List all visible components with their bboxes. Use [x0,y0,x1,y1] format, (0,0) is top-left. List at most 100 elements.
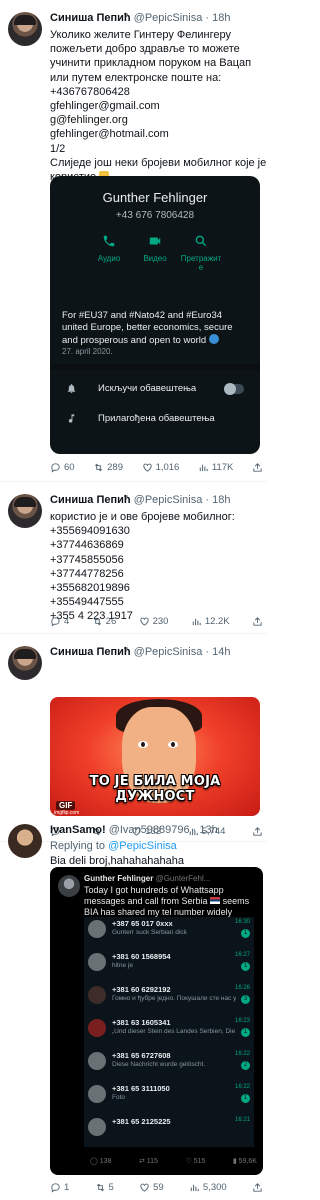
author-avatar[interactable] [8,12,42,46]
phone-icon [102,234,116,248]
share-button[interactable] [252,616,263,627]
chat-number: +381 60 6292192 [112,985,171,994]
tweet-actions: 1 5 59 5,300 [50,1180,263,1194]
contact-number: +43 676 7806428 [115,210,195,221]
reply-count: 4 [64,615,70,627]
chat-number: +381 65 6727608 [112,1051,171,1060]
audio-call-button: Аудио [84,232,134,263]
tweet-2[interactable]: Синиша Пепић @PepicSinisa · 18h користио… [0,482,267,634]
chat-preview: Gunterr suck Serbian dick [112,929,187,936]
author-name[interactable]: Синиша Пепић [50,646,131,658]
contact-avatar [88,1019,106,1037]
retweet-count: 5 [108,1181,114,1193]
views-bar-chart-icon [198,462,209,473]
meme-gif[interactable]: ТО ЈЕ БИЛА МОЈА ДУЖНОСТ GIF imgflip.com [50,697,260,816]
views-button[interactable]: 5,300 [189,1182,227,1193]
embedded-handle: @GunterFehl... [155,874,211,883]
chat-time: 16:30 [234,919,250,925]
embedded-likes: ♡ 515 [185,1158,206,1165]
like-button[interactable]: 230 [139,615,169,627]
embedded-replies: ◯ 138 [90,1158,112,1165]
author-handle-time[interactable]: @PepicSinisa · 18h [134,12,231,24]
bio-date: 27. april 2020. [62,347,113,356]
author-avatar[interactable] [8,646,42,680]
author-name[interactable]: IvanSamo! [50,824,106,836]
tweet-line: gfehlinger@gmail.com [50,100,160,113]
embedded-retweets: ⇄ 115 [138,1158,158,1165]
retweet-button[interactable]: 5 [95,1182,114,1193]
chat-row: +381 65 3111050 Foto 16:22 1 [84,1082,254,1108]
embedded-views: ▮ 59,6K [232,1158,257,1165]
unread-badge: 1 [241,1028,250,1037]
bell-icon [66,383,77,394]
contact-avatar [88,1118,106,1136]
author-handle-time[interactable]: @Ivan59889796 · 13h [109,824,218,836]
mute-label: Искључи обавештења [98,383,197,394]
tweet-line: Уколико желите Гинтеру Фелингеру [50,29,232,41]
tweet-header: IvanSamo! @Ivan59889796 · 13h [50,824,261,836]
chat-time: 16:26 [234,985,250,991]
replying-handle-link[interactable]: @PepicSinisa [108,840,177,852]
globe-icon [208,334,219,344]
chat-row: +381 60 1568954 hitne je 16:27 1 [84,950,254,976]
tweet-4[interactable]: IvanSamo! @Ivan59889796 · 13h Replying t… [0,812,267,1200]
share-icon [252,462,263,473]
tweet-1[interactable]: Синиша Пепић @PepicSinisa · 18h Уколико … [0,0,267,482]
chat-time: 16:22 [234,1051,250,1057]
whatsapp-contact-screenshot[interactable]: Gunther Fehlinger +43 676 7806428 Аудио … [50,176,260,454]
mute-notifications-row: Искључи обавештења [50,374,260,404]
video-label: Видео [143,254,167,263]
retweet-button[interactable]: 26 [92,616,116,627]
views-bar-chart-icon [189,1182,200,1193]
reply-button[interactable]: 1 [50,1182,69,1193]
tweet-line: +35549447555 [50,596,124,609]
search-label-2: е [198,263,204,272]
share-icon [252,616,263,627]
chat-row: +387 65 017 0xxx Gunterr suck Serbian di… [84,917,254,943]
like-count: 59 [153,1181,164,1193]
replying-label: Replying to [50,840,106,852]
search-button: Претражит е [176,232,226,272]
author-avatar[interactable] [8,494,42,528]
views-button[interactable]: 12.2K [191,616,230,627]
views-bar-chart-icon [191,616,202,627]
search-icon [194,234,208,248]
contact-bio: For #EU37 and #Nato42 and #Euro34 united… [62,310,252,347]
chat-number: +381 60 1568954 [112,952,171,961]
author-handle-time[interactable]: @PepicSinisa · 18h [134,494,231,506]
retweet-button[interactable]: 289 [93,462,123,473]
author-name[interactable]: Синиша Пепић [50,494,131,506]
tweet-line: +37744636869 [50,539,124,552]
like-count: 1,016 [155,461,180,473]
views-count: 5,300 [202,1181,227,1193]
tweet-header: Синиша Пепић @PepicSinisa · 18h [50,494,261,506]
retweet-icon [95,1182,106,1193]
reply-button[interactable]: 4 [50,616,69,627]
author-avatar[interactable] [8,824,42,858]
bio-line: and prosperous and open to world [62,334,252,347]
tweet-line: +355694091630 [50,525,130,538]
like-count: 230 [152,615,169,627]
like-button[interactable]: 1,016 [142,461,180,473]
share-icon [252,1182,263,1193]
search-label-1: Претражит [180,254,222,263]
bio-line: united Europe, better economics, secure [62,322,233,333]
author-handle-time[interactable]: @PepicSinisa · 14h [134,646,231,658]
author-name[interactable]: Синиша Пепић [50,12,131,24]
contact-avatar [88,986,106,1004]
tweet-line: +37744778256 [50,567,124,580]
share-button[interactable] [252,1182,263,1193]
chat-time: 16:27 [234,952,250,958]
meme-caption: ТО ЈЕ БИЛА МОЈА ДУЖНОСТ [89,774,221,804]
heart-icon [139,616,150,627]
share-button[interactable] [252,462,263,473]
tweet-3[interactable]: Синиша Пепић @PepicSinisa · 14h ТО ЈЕ БИ… [0,634,267,842]
views-button[interactable]: 117K [198,462,233,473]
unread-badge: 3 [241,995,250,1004]
chat-row: +381 63 1605341 „Und dieser Stein des La… [84,1016,254,1042]
embedded-avatar [58,875,80,897]
audio-label: Аудио [97,254,121,263]
reply-button[interactable]: 60 [50,462,75,473]
like-button[interactable]: 59 [139,1182,164,1193]
embedded-tweet-screenshot[interactable]: Gunther Fehlinger @GunterFehl... Today I… [50,867,263,1175]
